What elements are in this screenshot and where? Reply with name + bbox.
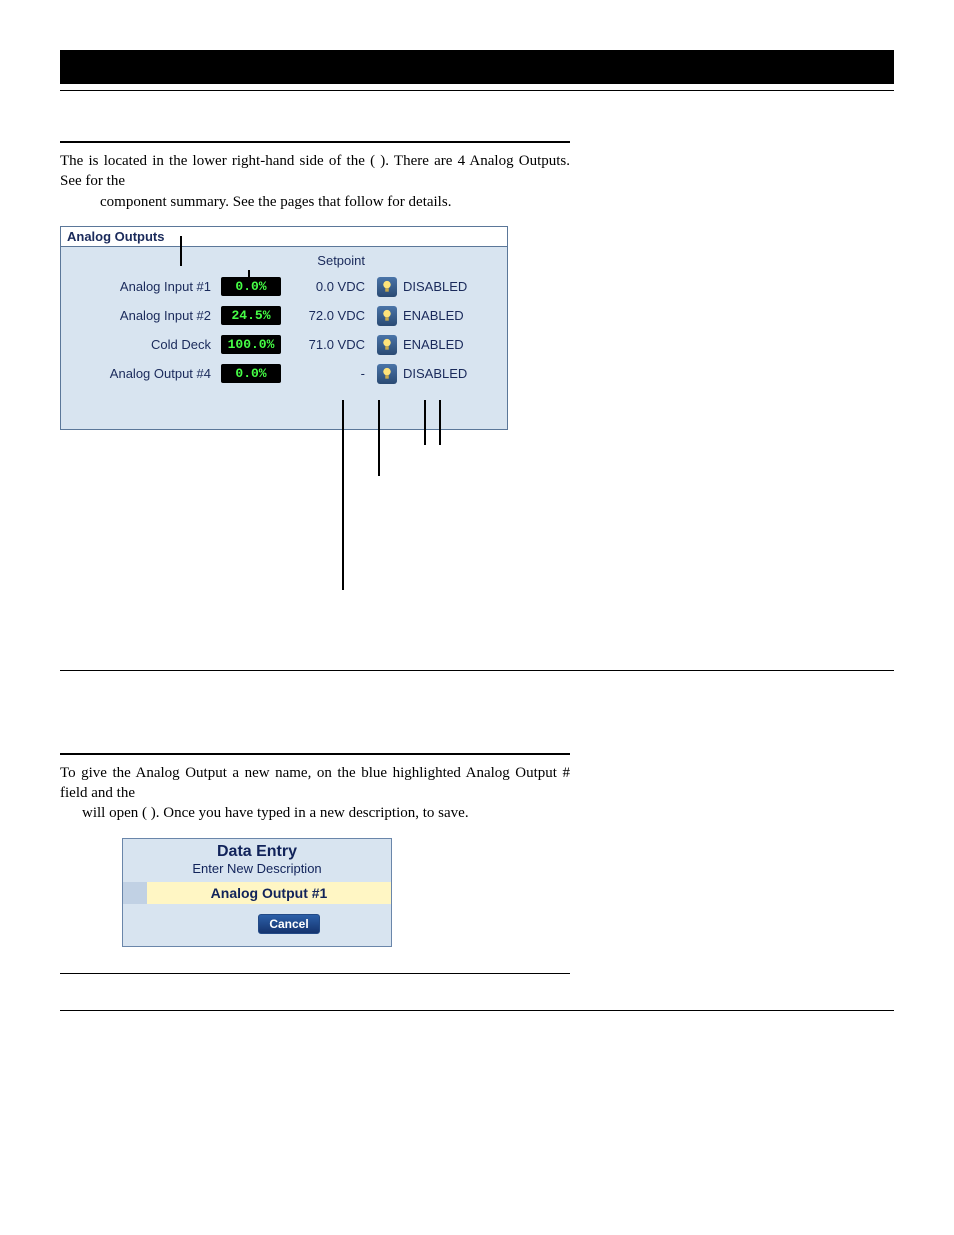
text: ). Once you have typed in a new descript… — [151, 805, 423, 821]
output-setpoint[interactable]: 72.0 VDC — [281, 308, 371, 323]
output-name-field[interactable]: Analog Output #4 — [71, 366, 221, 381]
analog-output-row: Analog Input #2 24.5% 72.0 VDC ENABLED — [71, 306, 497, 326]
page-header-bar — [60, 50, 894, 84]
section2-paragraph: To give the Analog Output a new name, on… — [60, 763, 570, 824]
description-input[interactable]: Analog Output #1 — [147, 882, 391, 904]
dialog-field-gutter — [123, 882, 147, 904]
page-footer-rule — [60, 1010, 894, 1030]
text: is located in the lower right-hand side … — [89, 153, 371, 169]
output-setpoint[interactable]: - — [281, 366, 371, 381]
panel-header-row: Setpoint — [71, 253, 497, 268]
text: The — [60, 153, 89, 169]
output-status[interactable]: DISABLED — [403, 366, 497, 381]
lightbulb-icon[interactable] — [377, 364, 397, 384]
section-rule — [60, 753, 570, 755]
output-name-field[interactable]: Analog Input #2 — [71, 308, 221, 323]
output-status[interactable]: ENABLED — [403, 337, 497, 352]
output-percent-readout: 0.0% — [221, 277, 281, 296]
text: component summary. See the pages that fo… — [100, 194, 451, 210]
text: ( — [370, 153, 375, 169]
lightbulb-icon[interactable] — [377, 306, 397, 326]
output-setpoint[interactable]: 0.0 VDC — [281, 279, 371, 294]
output-name-field[interactable]: Cold Deck — [71, 337, 221, 352]
analog-output-row: Analog Output #4 0.0% - DISABLED — [71, 364, 497, 384]
output-percent-readout: 0.0% — [221, 364, 281, 383]
section-end-rule — [60, 973, 570, 974]
lightbulb-icon[interactable] — [377, 277, 397, 297]
output-percent-readout: 100.0% — [221, 335, 281, 354]
panel-title: Analog Outputs — [61, 227, 507, 247]
dialog-title: Data Entry — [123, 839, 391, 861]
section1-paragraph: The is located in the lower right-hand s… — [60, 151, 570, 212]
analog-output-row: Cold Deck 100.0% 71.0 VDC ENABLED — [71, 335, 497, 355]
cancel-button[interactable]: Cancel — [258, 914, 319, 934]
output-percent-readout: 24.5% — [221, 306, 281, 325]
output-status[interactable]: DISABLED — [403, 279, 497, 294]
text: for the — [85, 173, 125, 189]
setpoint-header: Setpoint — [281, 253, 371, 268]
section-rule — [60, 141, 570, 143]
lightbulb-icon[interactable] — [377, 335, 397, 355]
text: to save. — [423, 805, 469, 821]
text: will open ( — [82, 805, 147, 821]
text: To give the Analog Output a new name, — [60, 765, 317, 781]
data-entry-dialog: Data Entry Enter New Description Analog … — [122, 838, 392, 947]
output-status[interactable]: ENABLED — [403, 308, 497, 323]
analog-output-row: Analog Input #1 0.0% 0.0 VDC DISABLED — [71, 277, 497, 297]
output-name-field[interactable]: Analog Input #1 — [71, 279, 221, 294]
output-setpoint[interactable]: 71.0 VDC — [281, 337, 371, 352]
dialog-subtitle: Enter New Description — [123, 861, 391, 882]
